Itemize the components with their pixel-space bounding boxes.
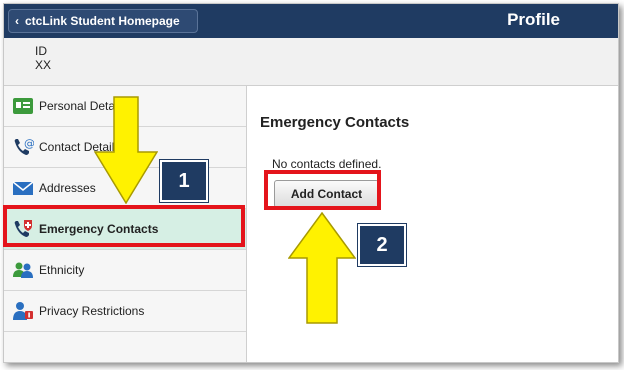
add-contact-highlight [264,170,381,210]
back-to-homepage-button[interactable]: ‹ ctcLink Student Homepage [8,9,198,33]
contact-details-icon: @ [12,136,35,158]
envelope-icon [12,177,34,199]
svg-text:@: @ [24,137,34,150]
student-id-bar: ID XX [4,38,618,86]
step-2-badge: 2 [357,223,407,267]
sidebar-item-label: Ethnicity [39,263,85,277]
sidebar-item-privacy-restrictions[interactable]: Privacy Restrictions [4,291,246,332]
step-1-badge: 1 [159,159,209,203]
chevron-left-icon: ‹ [15,14,19,28]
sidebar-item-ethnicity[interactable]: Ethnicity [4,250,246,291]
id-label: ID [35,44,47,58]
down-arrow-annotation [94,96,158,204]
empty-state-text: No contacts defined. [272,157,382,171]
people-icon [12,259,34,281]
section-title: Emergency Contacts [260,114,410,131]
top-header: ‹ ctcLink Student Homepage Profile [4,4,618,38]
sidebar-item-label: Addresses [39,181,96,195]
sidebar-item-label: Privacy Restrictions [39,304,145,318]
up-arrow-annotation [288,212,356,324]
emergency-contacts-highlight [3,205,245,247]
back-button-label: ctcLink Student Homepage [25,14,180,28]
id-value: XX [35,58,52,72]
page-title: Profile [507,10,560,29]
privacy-icon [12,300,34,322]
personal-details-icon [12,95,34,117]
